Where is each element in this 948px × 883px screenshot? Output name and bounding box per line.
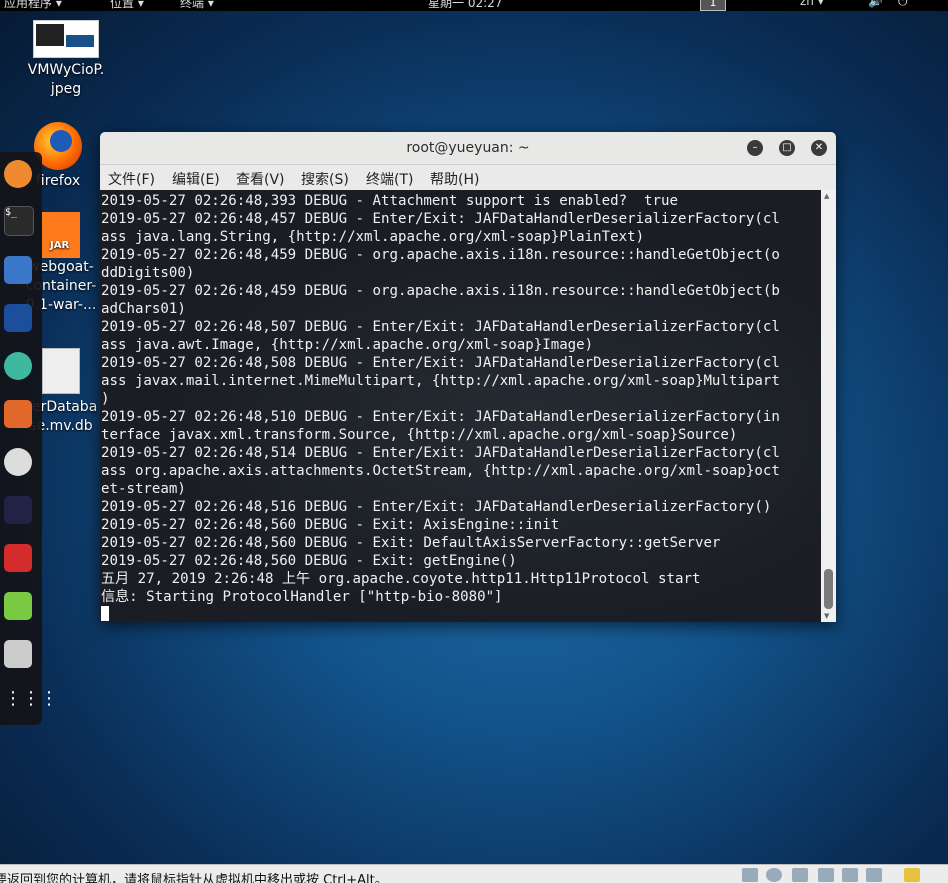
show-apps-icon[interactable]: ⋮⋮⋮ [4,688,58,716]
volume-icon[interactable]: 🔊 [868,0,883,8]
window-titlebar[interactable]: root@yueyuan: ~ – □ ✕ [100,132,836,165]
applications-menu[interactable]: 应用程序 ▾ [4,0,62,11]
places-menu[interactable]: 位置 ▾ [110,0,144,11]
beef-dock-icon[interactable] [4,496,32,524]
power-icon[interactable]: ⏻ [898,0,908,9]
terminal-window[interactable]: root@yueyuan: ~ – □ ✕ 文件(F) 编辑(E) 查看(V) … [100,132,836,622]
menu-search[interactable]: 搜索(S) [301,169,349,189]
menu-terminal[interactable]: 终端(T) [366,169,413,189]
screenshot-dock-icon[interactable] [4,640,32,668]
menu-file[interactable]: 文件(F) [108,169,155,189]
menu-view[interactable]: 查看(V) [236,169,285,189]
faraday-dock-icon[interactable] [4,544,32,572]
scroll-thumb[interactable] [824,569,833,609]
metasploit-dock-icon[interactable] [4,304,32,332]
clock[interactable]: 星期一 02:27 [428,0,502,11]
minimize-icon[interactable]: – [747,140,763,156]
top-panel: 应用程序 ▾ 位置 ▾ 终端 ▾ 星期一 02:27 1 zh ▾ 🔊 ⏻ [0,0,948,11]
firefox-dock-icon[interactable] [4,160,32,188]
window-title: root@yueyuan: ~ [406,140,530,156]
leafpad-dock-icon[interactable] [4,592,32,620]
armitage-dock-icon[interactable] [4,352,32,380]
network-icon[interactable] [792,868,808,882]
printer-icon[interactable] [818,868,834,882]
workspace-indicator[interactable]: 1 [700,0,726,11]
display-icon[interactable] [866,868,882,882]
close-icon[interactable]: ✕ [811,140,827,156]
vm-hint-text: 要返回到您的计算机，请将鼠标指针从虚拟机中移出或按 Ctrl+Alt。 [0,873,388,883]
sound-icon[interactable] [842,868,858,882]
dock: $_ ⋮⋮⋮ [0,152,58,725]
terminal-dock-icon[interactable]: $_ [4,206,34,236]
scroll-up-icon[interactable]: ▲ [824,192,829,200]
files-dock-icon[interactable] [4,256,32,284]
image-file-icon [33,20,99,58]
language-menu[interactable]: zh ▾ [800,0,824,8]
menu-edit[interactable]: 编辑(E) [172,169,220,189]
burpsuite-dock-icon[interactable] [4,400,32,428]
desktop-icon-jpeg[interactable]: VMWyCioP. jpeg [22,20,110,99]
scroll-down-icon[interactable]: ▼ [824,612,829,620]
hdd-icon[interactable] [742,868,758,882]
menu-bar: 文件(F) 编辑(E) 查看(V) 搜索(S) 终端(T) 帮助(H) [100,165,836,191]
maltego-dock-icon[interactable] [4,448,32,476]
cd-icon[interactable] [766,868,782,882]
maximize-icon[interactable]: □ [779,140,795,156]
text-cursor [101,606,109,621]
terminal-text: 2019-05-27 02:26:48,393 DEBUG - Attachme… [101,193,780,605]
message-icon[interactable] [904,868,920,882]
terminal-app-menu[interactable]: 终端 ▾ [180,0,214,11]
jar-file-icon: JAR [42,212,80,258]
menu-help[interactable]: 帮助(H) [430,169,479,189]
vm-status-bar: 要返回到您的计算机，请将鼠标指针从虚拟机中移出或按 Ctrl+Alt。 [0,864,948,883]
document-file-icon [42,348,80,394]
terminal-output[interactable]: 2019-05-27 02:26:48,393 DEBUG - Attachme… [100,190,821,622]
terminal-scrollbar[interactable]: ▲ ▼ [821,190,836,622]
